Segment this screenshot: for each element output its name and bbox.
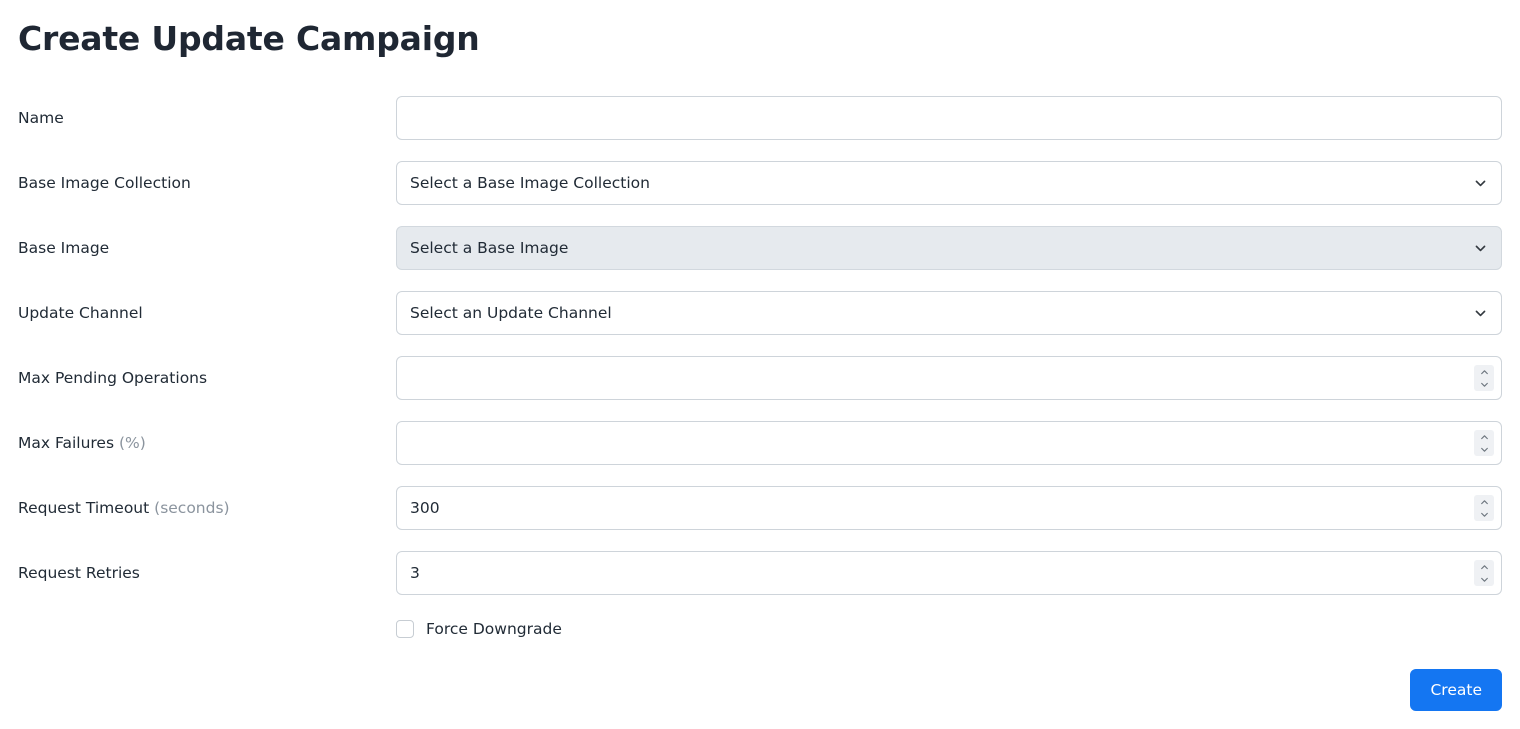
form-row-name: Name [0, 96, 1520, 140]
label-update-channel: Update Channel [0, 303, 396, 323]
label-text: Request Retries [18, 564, 140, 582]
form-row-max-pending-operations: Max Pending Operations [0, 356, 1520, 400]
label-hint: (seconds) [154, 499, 230, 517]
form-row-max-failures: Max Failures (%) [0, 421, 1520, 465]
chevron-down-icon[interactable] [1480, 510, 1489, 519]
force-downgrade-label[interactable]: Force Downgrade [426, 619, 562, 639]
label-max-pending-operations: Max Pending Operations [0, 368, 396, 388]
input-request-timeout[interactable] [396, 486, 1502, 530]
create-button[interactable]: Create [1410, 669, 1502, 711]
input-name[interactable] [396, 96, 1502, 140]
select-value: Select a Base Image [410, 239, 569, 257]
select-base-image: Select a Base Image [396, 226, 1502, 270]
control-wrap-name [396, 96, 1502, 140]
select-base-image-collection[interactable]: Select a Base Image Collection [396, 161, 1502, 205]
label-text: Max Pending Operations [18, 369, 208, 387]
form-row-base-image: Base Image Select a Base Image [0, 226, 1520, 270]
control-wrap-max-failures [396, 421, 1502, 465]
form-row-update-channel: Update Channel Select an Update Channel [0, 291, 1520, 335]
campaign-form: Name Base Image Collection Select a Base I… [0, 96, 1520, 711]
chevron-up-icon[interactable] [1480, 368, 1489, 377]
form-fields: Name Base Image Collection Select a Base I… [0, 96, 1520, 595]
label-text: Base Image [18, 239, 110, 257]
input-max-pending-operations[interactable] [396, 356, 1502, 400]
chevron-down-icon[interactable] [1480, 445, 1489, 454]
force-downgrade-checkbox[interactable] [396, 620, 414, 638]
label-text: Name [18, 109, 64, 127]
number-stepper-max-pending-operations[interactable] [1474, 365, 1494, 391]
chevron-down-icon[interactable] [1480, 380, 1489, 389]
label-base-image: Base Image [0, 238, 396, 258]
label-request-retries: Request Retries [0, 563, 396, 583]
control-wrap-base-image-collection: Select a Base Image Collection [396, 161, 1502, 205]
label-text: Request Timeout [18, 499, 155, 517]
control-wrap-base-image: Select a Base Image [396, 226, 1502, 270]
label-text: Max Failures [18, 434, 119, 452]
force-downgrade-row: Force Downgrade [0, 616, 1520, 642]
number-stepper-request-timeout[interactable] [1474, 495, 1494, 521]
form-footer: Create [0, 669, 1520, 711]
form-row-base-image-collection: Base Image Collection Select a Base Image… [0, 161, 1520, 205]
label-text: Update Channel [18, 304, 143, 322]
control-wrap-max-pending-operations [396, 356, 1502, 400]
number-stepper-max-failures[interactable] [1474, 430, 1494, 456]
chevron-up-icon[interactable] [1480, 563, 1489, 572]
chevron-up-icon[interactable] [1480, 433, 1489, 442]
form-row-request-retries: Request Retries [0, 551, 1520, 595]
input-request-retries[interactable] [396, 551, 1502, 595]
label-base-image-collection: Base Image Collection [0, 173, 396, 193]
label-text: Base Image Collection [18, 174, 191, 192]
input-max-failures[interactable] [396, 421, 1502, 465]
number-stepper-request-retries[interactable] [1474, 560, 1494, 586]
label-request-timeout: Request Timeout (seconds) [0, 498, 396, 518]
select-update-channel[interactable]: Select an Update Channel [396, 291, 1502, 335]
label-hint: (%) [118, 434, 146, 452]
control-wrap-request-timeout [396, 486, 1502, 530]
form-row-request-timeout: Request Timeout (seconds) [0, 486, 1520, 530]
control-wrap-update-channel: Select an Update Channel [396, 291, 1502, 335]
chevron-up-icon[interactable] [1480, 498, 1489, 507]
select-value: Select a Base Image Collection [410, 174, 650, 192]
label-name: Name [0, 108, 396, 128]
label-max-failures: Max Failures (%) [0, 433, 396, 453]
page-title: Create Update Campaign [18, 19, 480, 58]
control-wrap-request-retries [396, 551, 1502, 595]
create-update-campaign-page: Create Update Campaign Name Base Image Co… [0, 0, 1520, 729]
chevron-down-icon[interactable] [1480, 575, 1489, 584]
select-value: Select an Update Channel [410, 304, 612, 322]
